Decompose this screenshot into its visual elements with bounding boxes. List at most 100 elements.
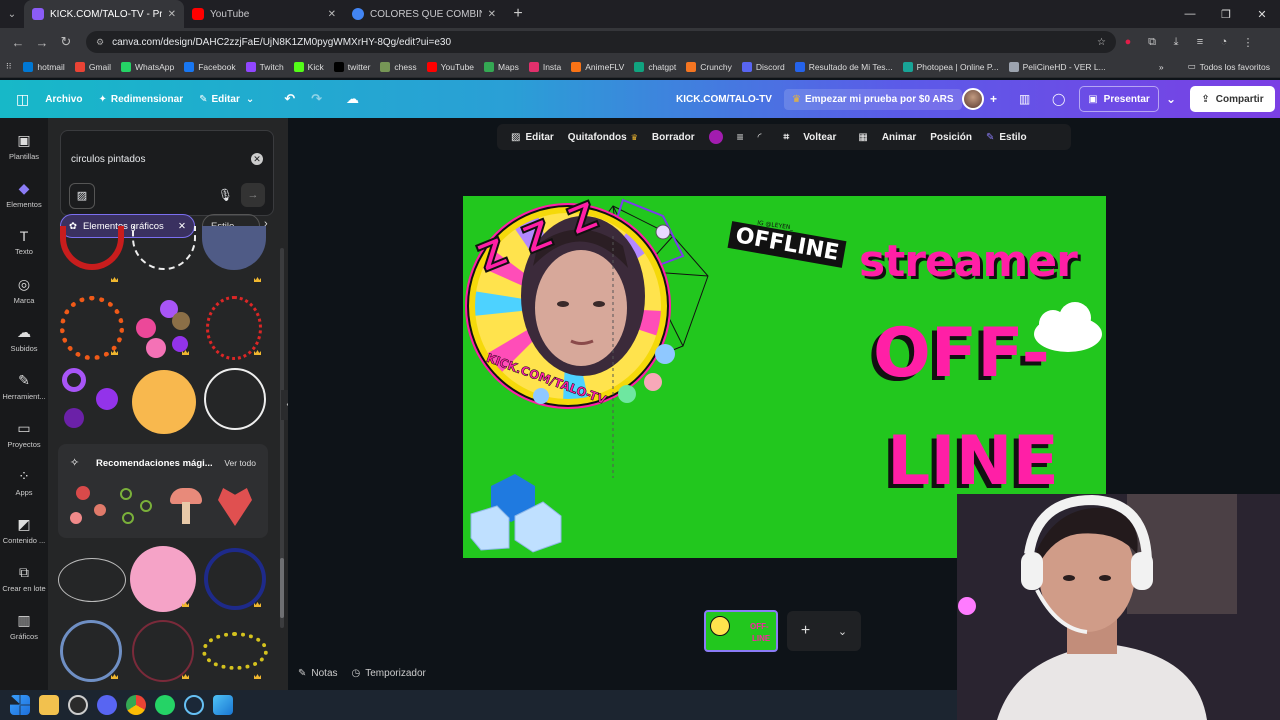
steam-icon[interactable] (184, 695, 204, 715)
share-button[interactable]: ⇪ Compartir (1190, 86, 1275, 112)
magic-item-red-heart[interactable] (218, 488, 252, 526)
microphone-icon[interactable]: 🎙 (218, 188, 233, 202)
avatar[interactable] (962, 88, 984, 110)
graphic-white-circle[interactable] (132, 226, 196, 270)
graphic-yellow-dotted-ellipse[interactable] (202, 632, 268, 670)
present-button[interactable]: ▣ Presentar (1079, 86, 1159, 112)
transparency-icon[interactable]: ▦ (858, 132, 867, 143)
download-icon[interactable]: ⤓ (1164, 36, 1188, 49)
minimize-icon[interactable]: — (1172, 8, 1208, 20)
extensions-icon[interactable]: ⧉ (1140, 36, 1164, 49)
graphic-slate-circle[interactable] (202, 226, 266, 270)
site-info-icon[interactable]: ⚙ (96, 37, 104, 48)
document-title[interactable]: KICK.COM/TALO-TV (676, 94, 772, 105)
rail-item-tool-10[interactable]: ▥ Gráficos (0, 612, 48, 641)
panel-scrollbar[interactable] (280, 248, 284, 628)
bookmark-item[interactable]: Photopea | Online P... (902, 61, 999, 72)
magic-item-red-dots[interactable] (70, 486, 110, 526)
color-swatch[interactable] (708, 130, 723, 144)
off-text[interactable]: OFF- (873, 314, 1050, 393)
rail-item-templates[interactable]: ▣ Plantillas (0, 132, 48, 161)
crop-icon[interactable]: ⌗ (784, 132, 790, 143)
remove-bg-button[interactable]: Quitafondos ♛ (568, 132, 638, 143)
reload-icon[interactable]: ↻ (54, 34, 78, 50)
more-menu-icon[interactable]: ⋮ (1236, 36, 1260, 49)
search-arrow-icon[interactable]: → (241, 183, 265, 207)
apps-grid-icon[interactable]: ⁝⁝ (6, 61, 11, 72)
rail-item-tool-4[interactable]: ☁ Subidos (0, 324, 48, 353)
undo-icon[interactable]: ↶ (284, 91, 295, 107)
edit-image-button[interactable]: ▨ Editar (511, 132, 554, 143)
forward-icon[interactable]: → (30, 35, 54, 50)
flip-button[interactable]: Voltear (803, 132, 836, 143)
windows-start-icon[interactable] (10, 695, 30, 715)
bookmark-item[interactable]: twitter (333, 61, 370, 72)
address-bar[interactable]: ⚙ canva.com/design/DAHC2zzjFaE/UjN8K1ZM0… (86, 31, 1116, 53)
new-tab-button[interactable]: + (504, 5, 532, 23)
bookmark-item[interactable]: YouTube (426, 61, 474, 72)
file-menu[interactable]: Archivo (45, 94, 82, 105)
bookmark-item[interactable]: chatgpt (634, 61, 676, 72)
graphic-red-circle[interactable] (60, 226, 124, 270)
github-icon[interactable] (68, 695, 88, 715)
media-icon[interactable]: ≡ (1188, 36, 1212, 48)
timer-button[interactable]: ◷ Temporizador (352, 668, 426, 679)
discord-icon[interactable] (97, 695, 117, 715)
bookmark-item[interactable]: Twitch (245, 61, 284, 72)
animate-button[interactable]: Animar (882, 132, 916, 143)
restore-icon[interactable]: ❐ (1208, 8, 1244, 21)
bookmark-item[interactable]: Insta (528, 61, 561, 72)
clear-search-icon[interactable]: ✕ (251, 153, 263, 165)
trial-button[interactable]: ♛ Empezar mi prueba por $0 ARS (784, 88, 962, 110)
graphic-pink-dots[interactable] (132, 296, 196, 360)
close-window-icon[interactable]: ✕ (1244, 8, 1280, 21)
close-tab-icon[interactable]: ✕ (488, 9, 496, 20)
chrome-icon[interactable] (126, 695, 146, 715)
graphic-sketch-ellipse[interactable] (58, 558, 126, 602)
rail-item-tool-7[interactable]: ⁘ Apps (0, 468, 48, 497)
search-input[interactable]: circulos pintados (71, 154, 145, 165)
graphic-white-ring[interactable] (204, 368, 266, 430)
bookmark-item[interactable]: chess (380, 61, 417, 72)
magic-item-mushroom[interactable] (168, 486, 204, 526)
comments-icon[interactable]: ◯ (1052, 92, 1065, 106)
chevron-down-icon[interactable]: ⌄ (838, 625, 847, 638)
extension-record-icon[interactable]: ● (1116, 36, 1140, 48)
curve-icon[interactable]: ◜ (758, 132, 762, 143)
rail-item-elements[interactable]: ◆ Elementos (0, 180, 48, 209)
graphic-red-dotted-circle[interactable] (206, 296, 262, 360)
lines-icon[interactable]: ≡ (737, 130, 744, 144)
paint-icon[interactable] (213, 695, 233, 715)
tab-colores[interactable]: COLORES QUE COMBINAN BIEN ✕ (344, 0, 504, 28)
notes-button[interactable]: ✎ Notas (298, 668, 338, 679)
bookmark-item[interactable]: Facebook (184, 61, 236, 72)
bookmark-item[interactable]: AnimeFLV (571, 61, 624, 72)
style-button[interactable]: ✎ Estilo (986, 132, 1027, 143)
back-icon[interactable]: ← (6, 35, 30, 50)
graphic-pink-circle[interactable] (130, 546, 196, 612)
edit-menu[interactable]: ✎ Editar ⌄ (199, 94, 254, 105)
line-text[interactable]: LINE (887, 422, 1059, 501)
position-button[interactable]: Posición (930, 132, 972, 143)
bookmark-item[interactable]: Crunchy (686, 61, 732, 72)
rail-item-tool-8[interactable]: ◩ Contenido ... (0, 516, 48, 545)
bookmark-item[interactable]: Kick (293, 61, 324, 72)
graphic-blue-circle[interactable] (60, 620, 122, 682)
bookmark-item[interactable]: Resultado de Mi Tes... (794, 61, 893, 72)
page-thumbnail[interactable]: OFF- LINE (704, 610, 778, 652)
graphic-yellow-blob[interactable] (132, 370, 196, 434)
whatsapp-icon[interactable] (155, 695, 175, 715)
present-options-chevron-icon[interactable]: ⌄ (1166, 92, 1176, 106)
menu-icon[interactable]: ◫ (16, 91, 29, 108)
tab-search-icon[interactable]: ⌄ (0, 9, 24, 20)
eraser-button[interactable]: Borrador (652, 132, 695, 143)
rail-item-tool-6[interactable]: ▭ Proyectos (0, 420, 48, 449)
close-tab-icon[interactable]: ✕ (328, 9, 336, 20)
rail-item-tool-2[interactable]: T Texto (0, 228, 48, 256)
tab-youtube[interactable]: YouTube ✕ (184, 0, 344, 28)
see-all-link[interactable]: Ver todo (224, 458, 256, 468)
bookmark-item[interactable]: PeliCineHD - VER L... (1008, 61, 1106, 72)
bookmark-item[interactable]: Gmail (74, 61, 111, 72)
rail-item-tool-5[interactable]: ✎ Herramient... (0, 372, 48, 401)
profile-icon[interactable]: ◔ (1212, 36, 1236, 48)
